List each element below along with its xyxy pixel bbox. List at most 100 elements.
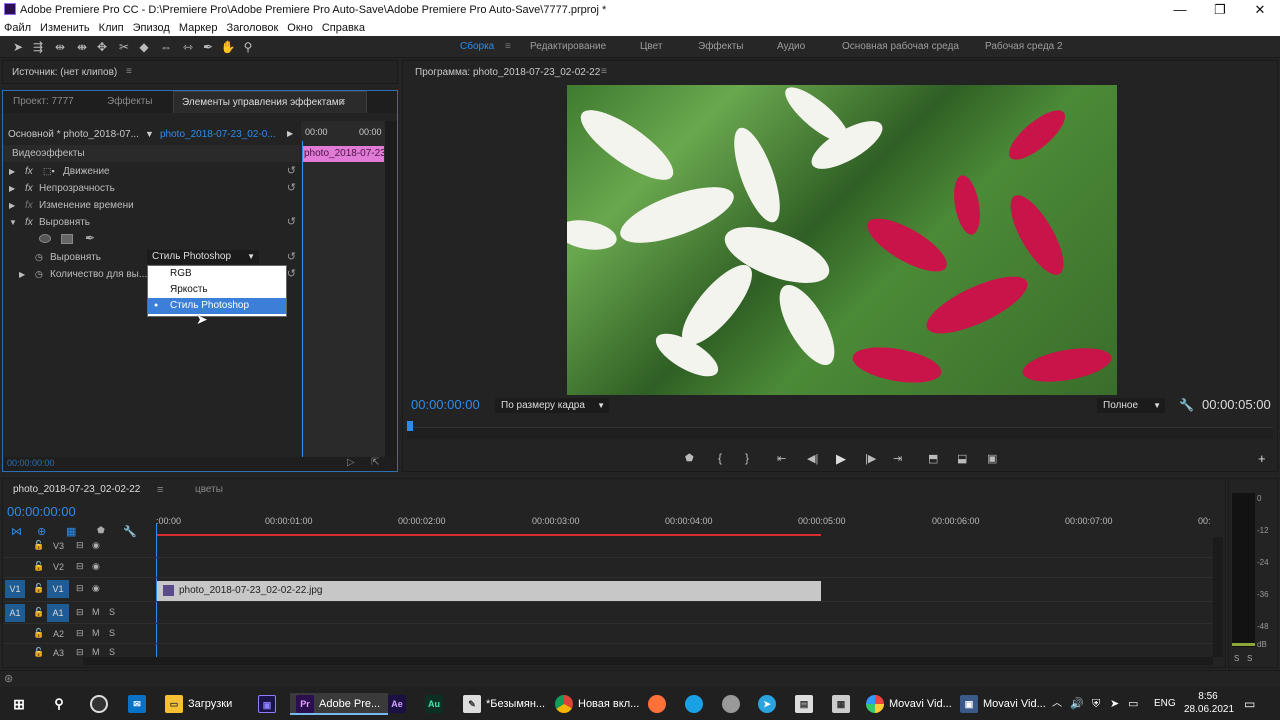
effect-mini-timeline[interactable] xyxy=(301,121,385,461)
razor-icon[interactable]: ✂ xyxy=(116,39,132,55)
tab-menu-icon[interactable]: ≡ xyxy=(339,96,345,108)
program-timecode[interactable]: 00:00:00:00 xyxy=(411,397,480,412)
track-label-v1[interactable]: V1 xyxy=(47,580,69,598)
collapse-arrow-icon[interactable]: ▼ xyxy=(9,214,17,231)
reset-icon[interactable]: ↺ xyxy=(287,181,296,194)
menu-sequence[interactable]: Эпизод xyxy=(129,20,175,34)
taskbar-explorer[interactable]: ▭ Загрузки xyxy=(165,693,232,715)
timeline-h-scrollbar[interactable] xyxy=(83,657,1213,665)
track-label-a2[interactable]: A2 xyxy=(53,629,64,639)
stopwatch-icon[interactable]: ◷ xyxy=(35,249,43,266)
taskbar-chrome[interactable]: Новая вкл... xyxy=(555,693,639,715)
taskbar-movavi-1[interactable]: Movavi Vid... xyxy=(866,693,952,715)
maximize-button[interactable]: ❐ xyxy=(1200,0,1240,20)
effect-row-equalize[interactable]: ▼ fx Выровнять ↺ xyxy=(3,214,300,231)
solo-button[interactable]: S xyxy=(109,647,115,657)
selection-tool-icon[interactable]: ➤ xyxy=(10,39,26,55)
mute-button[interactable]: M xyxy=(92,628,100,638)
lock-icon[interactable]: 🔓 xyxy=(33,540,44,551)
timeline-timecode[interactable]: 00:00:00:00 xyxy=(7,504,76,519)
mute-button[interactable]: M xyxy=(92,607,100,617)
effect-row-time-remap[interactable]: ▶ fx Изменение времени xyxy=(3,197,300,214)
effect-row-opacity[interactable]: ▶ fx Непрозрачность ↺ xyxy=(3,180,300,197)
sync-icon[interactable]: ⊟ xyxy=(76,561,84,572)
solo-left-button[interactable]: S xyxy=(1234,654,1239,663)
slip-icon[interactable]: ◆ xyxy=(136,39,152,55)
mail-icon[interactable]: ✉ xyxy=(128,693,151,715)
track-label-a3[interactable]: A3 xyxy=(53,648,64,657)
reset-icon[interactable]: ↺ xyxy=(287,164,296,177)
workspace-main[interactable]: Основная рабочая среда xyxy=(842,41,959,52)
expand-arrow-icon[interactable]: ▶ xyxy=(9,180,15,197)
workspace-color[interactable]: Цвет xyxy=(640,41,662,52)
solo-button[interactable]: S xyxy=(109,628,115,638)
timeline-v-scrollbar[interactable] xyxy=(1213,537,1223,657)
hand-icon[interactable]: ✋ xyxy=(220,39,236,55)
menu-title[interactable]: Заголовок xyxy=(223,20,284,34)
workspace-2[interactable]: Рабочая среда 2 xyxy=(985,41,1063,52)
track-select-icon[interactable]: ⇶ xyxy=(30,39,46,55)
sync-icon[interactable]: ⊟ xyxy=(76,583,84,594)
zoom-icon[interactable]: ⚲ xyxy=(240,39,256,55)
play-audio-icon[interactable]: ▷ xyxy=(347,457,355,468)
timeline-tab[interactable]: photo_2018-07-23_02-02-22 xyxy=(13,479,140,501)
dropdown-option-brightness[interactable]: Яркость xyxy=(148,282,286,298)
track-label-v2[interactable]: V2 xyxy=(53,562,64,572)
workspace-editing[interactable]: Редактирование xyxy=(530,41,606,52)
reset-icon[interactable]: ↺ xyxy=(287,267,296,280)
workspace-assembly[interactable]: Сборка xyxy=(460,41,494,52)
workspace-menu-icon[interactable]: ≡ xyxy=(505,41,511,52)
tab-project[interactable]: Проект: 7777 xyxy=(5,91,82,113)
menu-window[interactable]: Окно xyxy=(283,20,318,34)
slide-icon[interactable]: ⇔ xyxy=(158,39,174,55)
expand-arrow-icon[interactable]: ▶ xyxy=(9,163,15,180)
taskbar-paint[interactable]: ✎ *Безымян... xyxy=(463,693,545,715)
reset-icon[interactable]: ↺ xyxy=(287,215,296,228)
go-to-out-icon[interactable]: ⇥ xyxy=(893,452,902,465)
notifications-icon[interactable]: ▭ xyxy=(1244,693,1255,715)
timeline-menu-icon[interactable]: ≡ xyxy=(157,484,163,496)
ripple-edit-icon[interactable]: ⇹ xyxy=(52,39,68,55)
rectangle-mask-icon[interactable] xyxy=(61,234,73,244)
play-clip-icon[interactable]: ▶ xyxy=(287,129,293,138)
solo-button[interactable]: S xyxy=(109,607,115,617)
eye-icon[interactable]: ◉ xyxy=(92,540,100,551)
pen-mask-icon[interactable]: ✒ xyxy=(85,231,95,245)
taskbar-premiere[interactable]: Pr Adobe Pre... xyxy=(290,693,389,715)
taskbar-after-effects[interactable]: Ae xyxy=(388,693,411,715)
telegram-tray-icon[interactable]: ➤ xyxy=(1110,693,1119,715)
source-menu-icon[interactable]: ≡ xyxy=(126,66,132,77)
eye-icon[interactable]: ◉ xyxy=(92,583,100,594)
loop-audio-icon[interactable]: ⇱ xyxy=(371,457,379,468)
lift-icon[interactable]: ⬒ xyxy=(928,452,938,465)
mute-button[interactable]: M xyxy=(92,647,100,657)
menu-help[interactable]: Справка xyxy=(318,20,370,34)
solo-right-button[interactable]: S xyxy=(1247,654,1252,663)
mark-out-icon[interactable]: } xyxy=(745,451,749,465)
tab-effects[interactable]: Эффекты xyxy=(99,91,160,113)
motion-transform-icon[interactable]: ⬚▪ xyxy=(43,163,55,180)
track-label-v3[interactable]: V3 xyxy=(53,541,64,551)
fit-select[interactable]: По размеру кадра ▼ xyxy=(495,398,609,413)
start-button[interactable]: ⊞ xyxy=(10,693,33,715)
equalize-select[interactable]: Стиль Photoshop ▼ xyxy=(147,250,259,264)
track-label-a1[interactable]: A1 xyxy=(47,604,69,622)
timeline-tab-2[interactable]: цветы xyxy=(195,479,223,501)
menu-edit[interactable]: Изменить xyxy=(36,20,95,34)
mini-clip-bar[interactable]: photo_2018-07-23 xyxy=(302,146,384,162)
taskbar-audition[interactable]: Au xyxy=(425,693,448,715)
pen-tool-icon[interactable]: ✒ xyxy=(200,39,216,55)
lock-icon[interactable]: 🔓 xyxy=(33,561,44,572)
volume-icon[interactable]: 🔊 xyxy=(1070,693,1084,715)
telegram-icon[interactable]: ➤ xyxy=(758,693,781,715)
taskbar-movavi-2[interactable]: ▣ Movavi Vid... xyxy=(960,693,1046,715)
export-frame-icon[interactable]: ▣ xyxy=(987,452,997,465)
sync-icon[interactable]: ⊟ xyxy=(76,607,84,618)
menu-clip[interactable]: Клип xyxy=(95,20,129,34)
close-button[interactable]: ✕ xyxy=(1240,0,1280,20)
play-icon[interactable]: ▶ xyxy=(836,451,846,467)
lock-icon[interactable]: 🔓 xyxy=(33,628,44,639)
timeline-clip[interactable]: photo_2018-07-23_02-02-22.jpg xyxy=(157,581,821,601)
workspace-audio[interactable]: Аудио xyxy=(777,41,805,52)
step-forward-icon[interactable]: |▶ xyxy=(865,452,876,465)
